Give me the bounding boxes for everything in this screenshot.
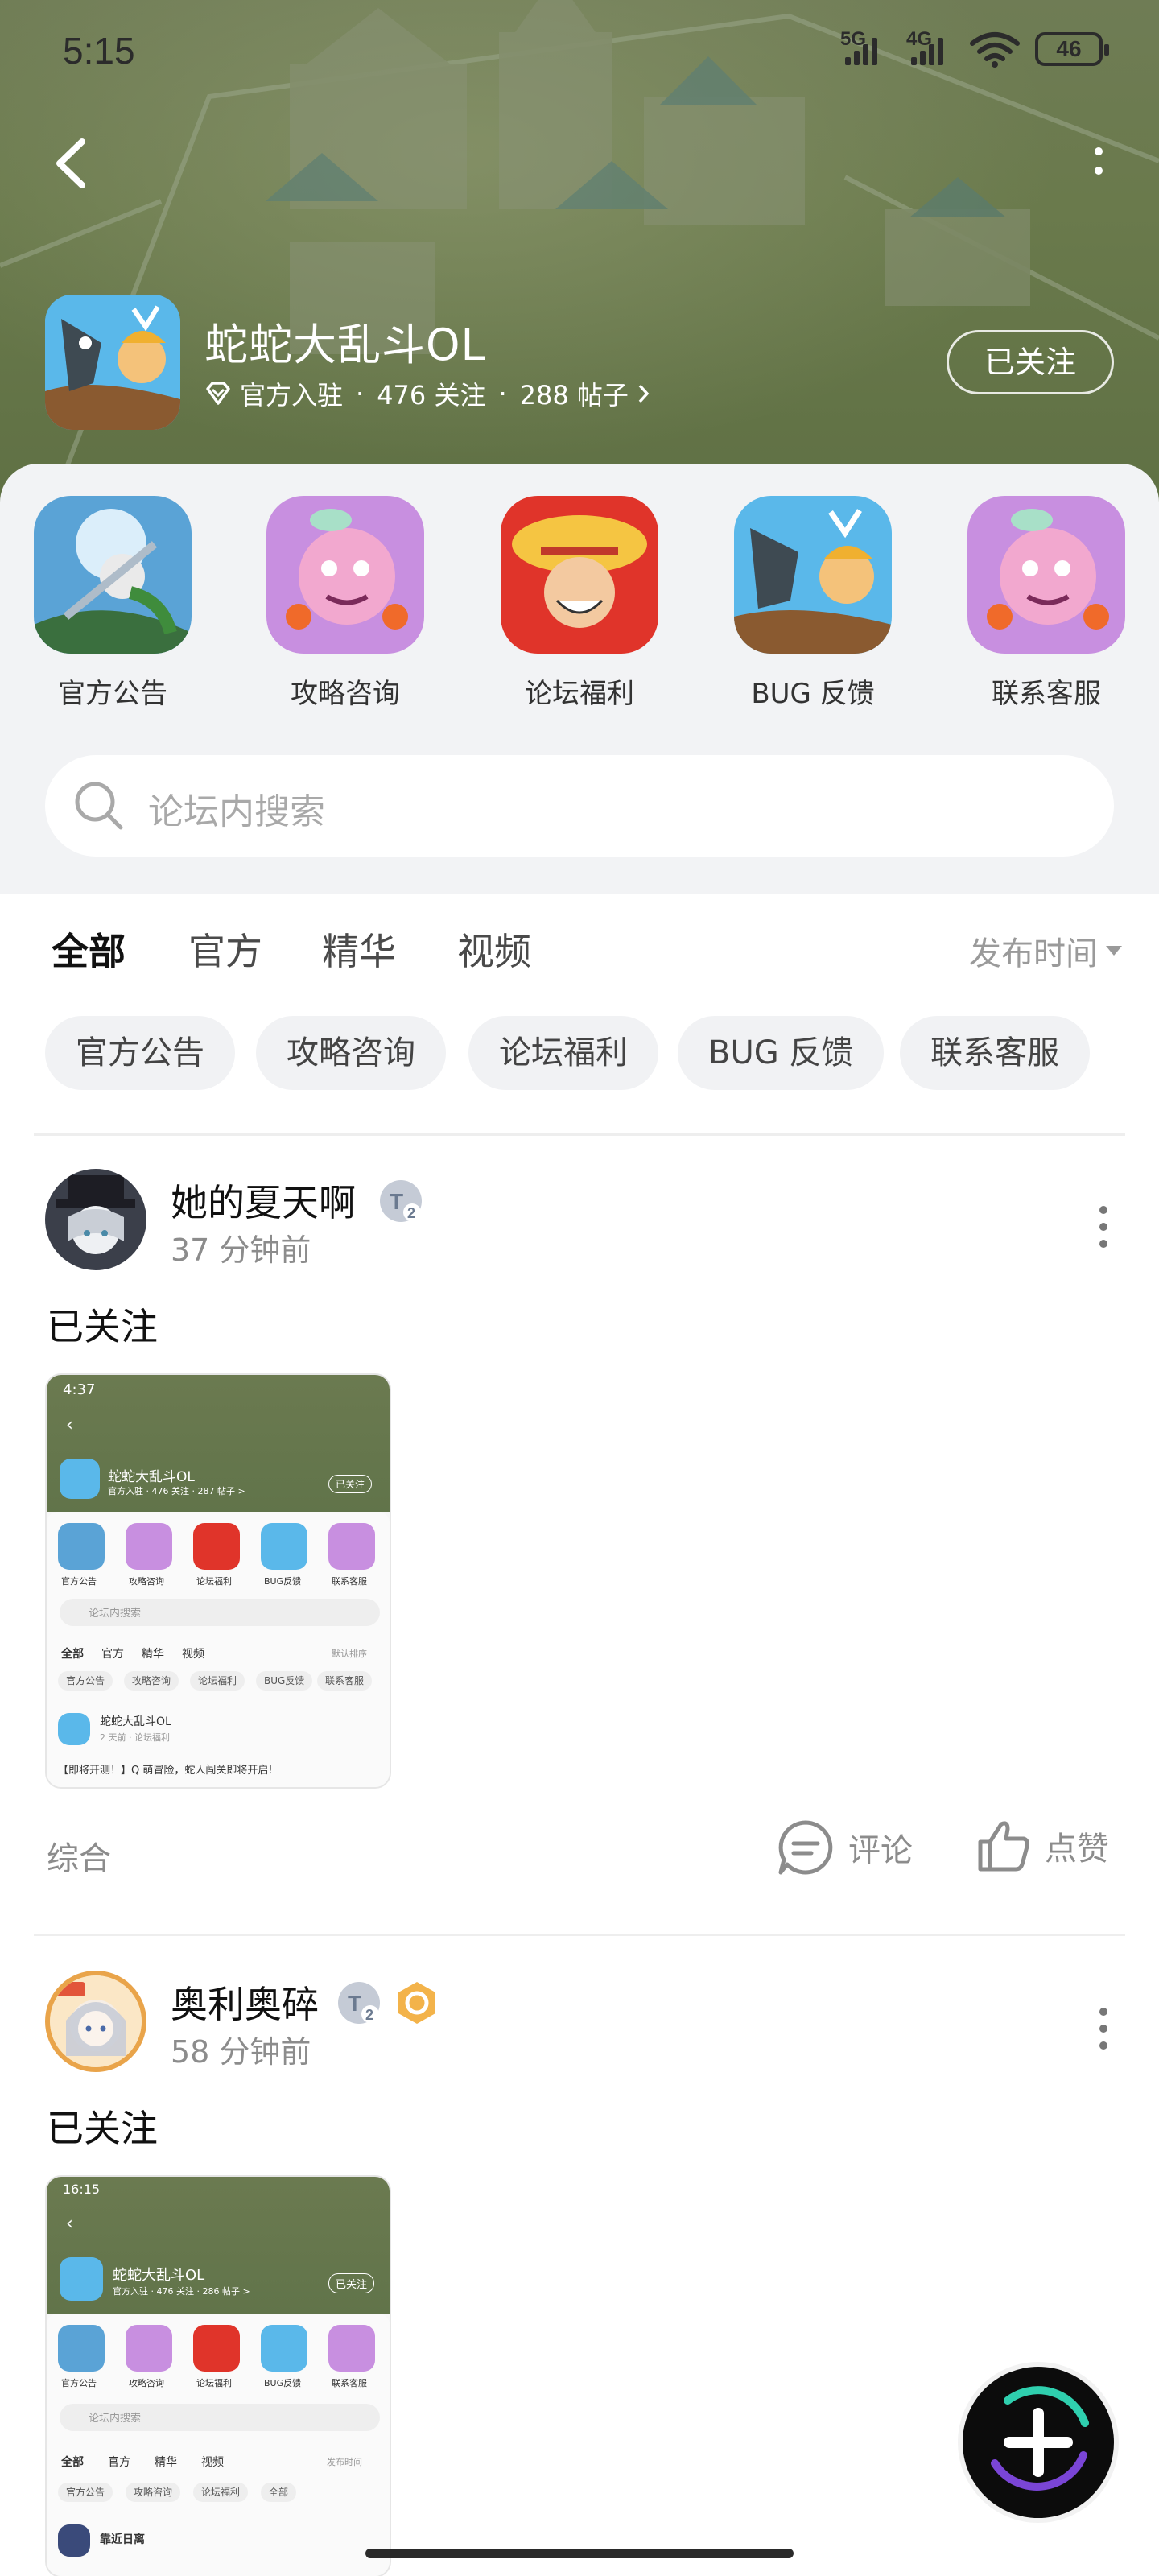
signal-5g-icon: 5G (840, 28, 877, 65)
guides-image (266, 496, 424, 654)
post-time: 58 分钟前 (171, 2034, 311, 2070)
quick-link-label: 论坛福利 (525, 678, 634, 710)
honor-badge-icon (398, 1982, 435, 2024)
section-divider (34, 1133, 1125, 1136)
signal-4g-icon: 4G (906, 28, 943, 65)
status-icons: 5G 4G 46 (840, 28, 1109, 68)
avatar[interactable] (45, 1169, 146, 1270)
quick-link-customer-service[interactable]: 联系客服 (966, 496, 1127, 711)
more-options-icon[interactable] (1087, 145, 1111, 185)
status-bar: 5:15 5G 4G 46 (0, 24, 1159, 80)
thumbs-up-icon (978, 1821, 1029, 1872)
followers-count: 476 关注 (377, 380, 486, 411)
back-arrow-icon[interactable] (48, 135, 97, 192)
post-category[interactable]: 综合 (47, 1832, 111, 1879)
post-author[interactable]: 奥利奥碎 (171, 1975, 319, 2029)
chip-announcements[interactable]: 官方公告 (45, 1016, 235, 1090)
quick-link-label: BUG 反馈 (751, 678, 875, 710)
comment-label: 评论 (848, 1832, 913, 1869)
post-author[interactable]: 她的夏天啊 (171, 1174, 356, 1227)
battery-indicator: 46 (1035, 32, 1109, 66)
post-time: 37 分钟前 (171, 1232, 311, 1268)
forum-header-banner: 5:15 5G 4G 46 蛇蛇大乱斗OL 官方入驻 · 476 关注 · 28… (0, 0, 1159, 515)
avatar[interactable] (45, 1971, 146, 2072)
forum-meta[interactable]: 官方入驻 · 476 关注 · 288 帖子 (204, 375, 651, 412)
svg-text:T: T (348, 1991, 361, 2016)
home-indicator[interactable] (365, 2549, 794, 2558)
svg-text:2: 2 (365, 2007, 373, 2023)
tab-video[interactable]: 视频 (457, 923, 531, 976)
app-icon (45, 295, 180, 430)
quick-link-guides[interactable]: 攻略咨询 (265, 496, 426, 711)
tab-official[interactable]: 官方 (188, 923, 262, 976)
chip-customer-service[interactable]: 联系客服 (900, 1016, 1090, 1090)
chip-benefits[interactable]: 论坛福利 (468, 1016, 658, 1090)
status-time: 5:15 (63, 30, 135, 72)
wifi-icon (970, 32, 1020, 68)
chip-bug-report[interactable]: BUG 反馈 (678, 1016, 885, 1090)
bug-report-image (734, 496, 892, 654)
tab-featured[interactable]: 精华 (322, 923, 396, 976)
post-divider (34, 1934, 1125, 1936)
quick-links-panel: 官方公告 攻略咨询 论坛福利 BUG 反馈 联系客服 论坛内搜索 (0, 464, 1159, 894)
posts-count: 288 帖子 (519, 380, 629, 411)
customer-service-image (967, 496, 1125, 654)
quick-link-bug-report[interactable]: BUG 反馈 (732, 496, 893, 711)
benefits-image (501, 496, 658, 654)
quick-link-label: 攻略咨询 (291, 678, 400, 710)
tab-all[interactable]: 全部 (52, 923, 126, 979)
sort-dropdown[interactable]: 发布时间 (969, 927, 1122, 974)
sort-label: 发布时间 (969, 935, 1098, 972)
post-text: 已关注 (47, 2107, 158, 2150)
post-screenshot-image[interactable]: 16:15 ‹ 蛇蛇大乱斗OL 官方入驻 · 476 关注 · 286 帖子 >… (45, 2175, 391, 2576)
announcements-image (34, 496, 192, 654)
like-button[interactable]: 点赞 (975, 1818, 1109, 1874)
post-more-icon[interactable] (1098, 2006, 1109, 2051)
verified-diamond-icon (206, 382, 230, 405)
filter-tabs-section: 全部 官方 精华 视频 发布时间 官方公告 攻略咨询 论坛福利 BUG 反馈 联… (0, 894, 1159, 1135)
verified-label: 官方入驻 (240, 380, 344, 411)
post-screenshot-image[interactable]: 4:37 ‹ 蛇蛇大乱斗OL 官方入驻 · 476 关注 · 287 帖子 > … (45, 1373, 391, 1789)
quick-link-label: 联系客服 (992, 678, 1101, 710)
dropdown-triangle-icon (1106, 946, 1122, 956)
quick-link-label: 官方公告 (58, 678, 167, 710)
post-text: 已关注 (47, 1305, 158, 1348)
like-label: 点赞 (1045, 1831, 1109, 1868)
post-more-icon[interactable] (1098, 1204, 1109, 1249)
svg-text:T: T (390, 1189, 403, 1214)
level-badge-icon: T 2 (338, 1982, 380, 2024)
forum-title: 蛇蛇大乱斗OL (204, 320, 486, 370)
search-placeholder: 论坛内搜索 (148, 791, 325, 832)
quick-link-announcements[interactable]: 官方公告 (32, 496, 193, 711)
follow-button[interactable]: 已关注 (947, 330, 1114, 394)
comment-icon (778, 1820, 833, 1875)
create-post-button[interactable] (963, 2367, 1114, 2518)
plus-icon (991, 2386, 1089, 2491)
forum-search-bar[interactable]: 论坛内搜索 (45, 755, 1114, 857)
quick-link-benefits[interactable]: 论坛福利 (499, 496, 660, 711)
search-icon (75, 782, 123, 830)
comment-button[interactable]: 评论 (776, 1818, 913, 1877)
chevron-right-icon (638, 384, 650, 403)
level-badge-icon: T 2 (380, 1180, 422, 1222)
svg-text:2: 2 (407, 1205, 415, 1221)
chip-guides[interactable]: 攻略咨询 (256, 1016, 446, 1090)
